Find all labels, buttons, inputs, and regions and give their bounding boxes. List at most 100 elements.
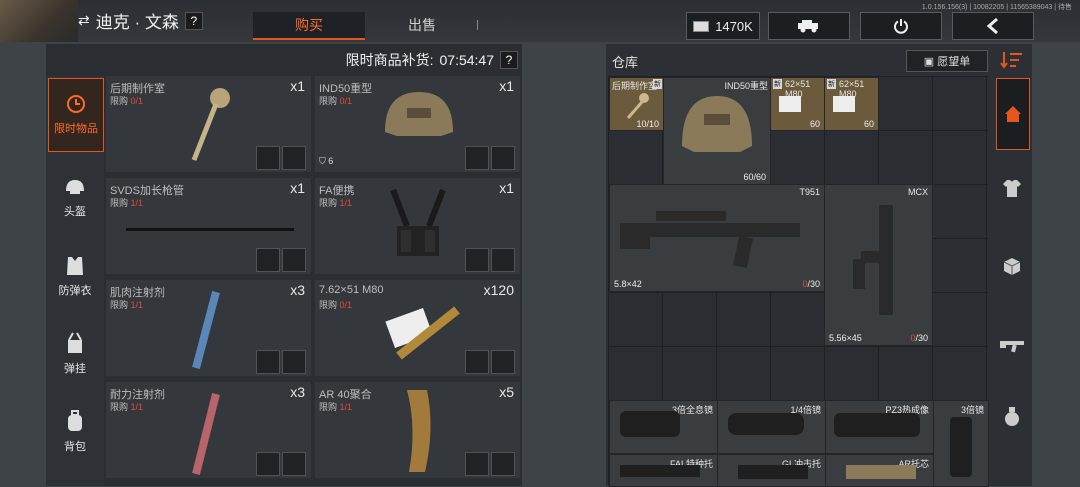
wishlist-button[interactable]: ▣ 愿望单 <box>906 50 988 72</box>
category-limited[interactable]: 限时物品 <box>48 78 104 152</box>
shop-item-card[interactable]: SVDS加长枪管 限购 1/1 x1 <box>106 178 311 274</box>
warehouse-slot[interactable]: 新 62×51 M80 60 <box>770 77 825 131</box>
warehouse-slot[interactable]: 3倍全息镜 <box>609 400 718 454</box>
category-rig[interactable]: 弹挂 <box>48 318 102 390</box>
attachment-chip[interactable] <box>256 350 280 374</box>
attachment-chip[interactable] <box>282 248 306 272</box>
shop-item-card[interactable]: 肌肉注射剂 限购 1/1 x3 <box>106 280 311 376</box>
currency-button[interactable]: 1470K <box>686 12 760 40</box>
weapon-ammo: 0/30 <box>910 333 928 343</box>
category-vest[interactable]: 防弹衣 <box>48 240 102 312</box>
item-limit: 限购 1/1 <box>110 402 144 412</box>
wishlist-icon: ▣ <box>923 55 935 68</box>
attachment-chip[interactable] <box>465 452 489 476</box>
power-button[interactable] <box>860 12 942 40</box>
attachment-chip[interactable] <box>491 248 515 272</box>
tab-divider <box>477 20 478 30</box>
new-badge: 新 <box>827 79 836 89</box>
vehicle-button[interactable] <box>768 12 850 40</box>
helmet-icon <box>385 92 453 136</box>
attachment-chip[interactable] <box>282 350 306 374</box>
back-button[interactable] <box>952 12 1034 40</box>
attachment-chip[interactable] <box>465 248 489 272</box>
warehouse-slot[interactable]: 后期制作室 新 10/10 <box>609 77 664 131</box>
grenade-filter-button[interactable] <box>996 400 1028 432</box>
attachment-chip[interactable] <box>465 146 489 170</box>
player-name: 迪克 · 文森 <box>95 13 179 32</box>
box-filter-button[interactable] <box>996 250 1028 282</box>
restock-help-icon[interactable]: ? <box>500 51 518 69</box>
magazine-icon <box>407 390 431 472</box>
smg-icon <box>853 205 893 315</box>
item-quantity: x1 <box>290 180 305 196</box>
rifle-icon <box>1000 341 1024 353</box>
weapon-filter-button[interactable] <box>996 328 1028 360</box>
shop-item-card[interactable]: 耐力注射剂 限购 1/1 x3 <box>106 382 311 478</box>
warehouse-slot[interactable]: 3倍镜 <box>933 400 989 487</box>
back-arrow-icon <box>986 17 998 35</box>
attachment-chip[interactable] <box>465 350 489 374</box>
shop-item-card[interactable]: FA便携 限购 1/1 x1 <box>315 178 520 274</box>
item-quantity: x120 <box>483 282 514 298</box>
clock-icon <box>67 95 85 113</box>
home-icon <box>1005 106 1021 122</box>
warehouse-slot[interactable]: 新 62×51 M80 60 <box>824 77 879 131</box>
warehouse-weapon-slot[interactable]: T951 5.8×42 0/30 <box>609 184 825 292</box>
slot-count: 60/60 <box>743 172 766 182</box>
clothing-filter-button[interactable] <box>996 172 1028 204</box>
attachment-chip[interactable] <box>256 452 280 476</box>
attachment-chip[interactable] <box>282 146 306 170</box>
vehicle-icon <box>798 20 818 33</box>
shop-item-card[interactable]: AR 40聚合 限购 1/1 x5 <box>315 382 520 478</box>
tab-sell[interactable]: 出售 <box>366 12 478 38</box>
attachment-chip[interactable] <box>256 248 280 272</box>
tab-buy[interactable]: 购买 <box>253 12 365 40</box>
rifle-icon <box>620 211 800 269</box>
shop-item-card[interactable]: 7.62×51 M80 限购 0/1 x120 <box>315 280 520 376</box>
cash-icon <box>693 20 710 32</box>
item-limit: 限购 0/1 <box>319 300 353 310</box>
category-label: 头盔 <box>64 206 86 218</box>
player-name-area[interactable]: ⇄ 迪克 · 文森 ? <box>78 8 203 33</box>
attachment-chip[interactable] <box>491 452 515 476</box>
restock-timer: 限时商品补货: 07:54:47 ? <box>104 48 518 72</box>
new-badge: 新 <box>773 79 782 89</box>
box-icon <box>1003 258 1021 275</box>
thermal-scope-icon <box>834 413 920 437</box>
attachment-chip[interactable] <box>491 146 515 170</box>
category-helmet[interactable]: 头盔 <box>48 162 102 234</box>
warehouse-slot[interactable]: IND50重型 60/60 <box>663 77 771 185</box>
attachment-chip[interactable] <box>282 452 306 476</box>
avatar[interactable] <box>0 0 78 42</box>
item-quantity: x3 <box>290 384 305 400</box>
ammo-box-icon <box>833 96 855 112</box>
warehouse-slot[interactable]: 1/4倍镜 <box>717 400 826 454</box>
item-quantity: x1 <box>499 180 514 196</box>
warehouse-slot[interactable]: GL冲击托 <box>717 454 826 487</box>
currency-amount: 1470K <box>715 18 753 34</box>
helmet-icon <box>66 180 84 194</box>
home-filter-button[interactable] <box>996 78 1030 150</box>
scope-icon <box>950 417 972 477</box>
scope-icon <box>620 411 680 437</box>
category-backpack[interactable]: 背包 <box>48 396 102 468</box>
help-icon[interactable]: ? <box>184 11 203 30</box>
warehouse-slot[interactable]: PZ3热成像 <box>825 400 934 454</box>
warehouse-weapon-slot[interactable]: MCX 5.56×45 0/30 <box>824 184 933 346</box>
weapon-caliber: 5.8×42 <box>614 279 642 289</box>
warehouse-slot[interactable]: FAL特种托 <box>609 454 718 487</box>
sort-icon[interactable] <box>1000 50 1024 70</box>
attachment-chip[interactable] <box>491 350 515 374</box>
attachment-chip[interactable] <box>256 146 280 170</box>
restock-time: 07:54:47 <box>439 52 495 68</box>
warehouse-slot[interactable]: AR托芯 <box>825 454 934 487</box>
shop-item-card[interactable]: IND50重型 限购 0/1 x1 ⛉ 6 <box>315 76 520 172</box>
item-name: 7.62×51 M80 <box>319 284 384 296</box>
power-icon <box>894 19 908 34</box>
ammo-icon <box>385 306 460 360</box>
shop-item-card[interactable]: 后期制作室 限购 0/1 x1 <box>106 76 311 172</box>
key-icon <box>626 93 649 119</box>
swap-icon[interactable]: ⇄ <box>78 12 90 29</box>
weapon-ammo: 0/30 <box>802 279 820 289</box>
category-label: 防弹衣 <box>58 285 92 297</box>
